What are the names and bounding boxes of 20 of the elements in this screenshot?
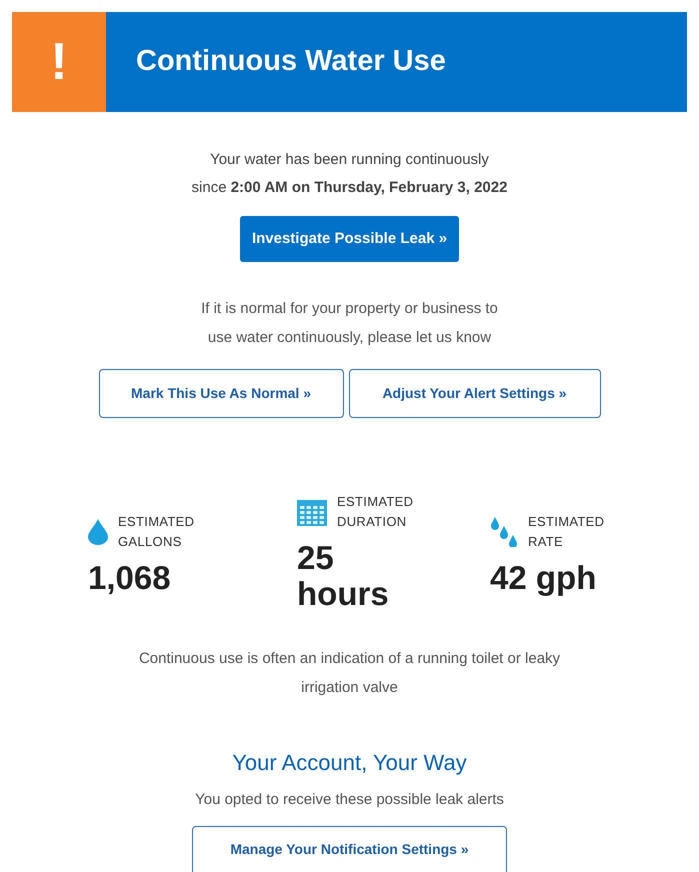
stat-label: ESTIMATED RATE [528, 513, 604, 551]
stat-label: ESTIMATED DURATION [337, 493, 414, 531]
alert-badge: ! [12, 12, 106, 112]
stat-value: 1,068 [88, 560, 172, 596]
stat-label: ESTIMATED GALLONS [118, 513, 194, 551]
account-heading: Your Account, Your Way [232, 749, 467, 777]
water-drop-icon [88, 519, 108, 545]
opt-in-text: You opted to receive these possible leak alerts [195, 790, 504, 810]
stat-value: 25 hours [297, 540, 390, 612]
continuous-use-hint: Continuous use is often an indication of a running toilet or leaky irrigation valve [138, 649, 560, 698]
manage-notifications-button[interactable]: Manage Your Notification Settings » [192, 826, 507, 872]
outline-action-button[interactable]: Adjust Your Alert Settings » [348, 369, 600, 418]
banner-title: Continuous Water Use [135, 44, 446, 80]
investigate-leak-button[interactable]: Investigate Possible Leak » [240, 216, 460, 262]
water-drops-icon [490, 517, 518, 547]
calendar-icon [297, 498, 327, 526]
running-since-text: Your water has been running continuously since 2:00 AM on Thursday, February 3, 2022 [192, 150, 508, 198]
normal-use-note: If it is normal for your property or business to use water continuously, please let us know [201, 299, 498, 348]
outline-action-button[interactable]: Mark This Use As Normal » [98, 369, 344, 418]
stat-value: 42 gph [490, 560, 598, 596]
